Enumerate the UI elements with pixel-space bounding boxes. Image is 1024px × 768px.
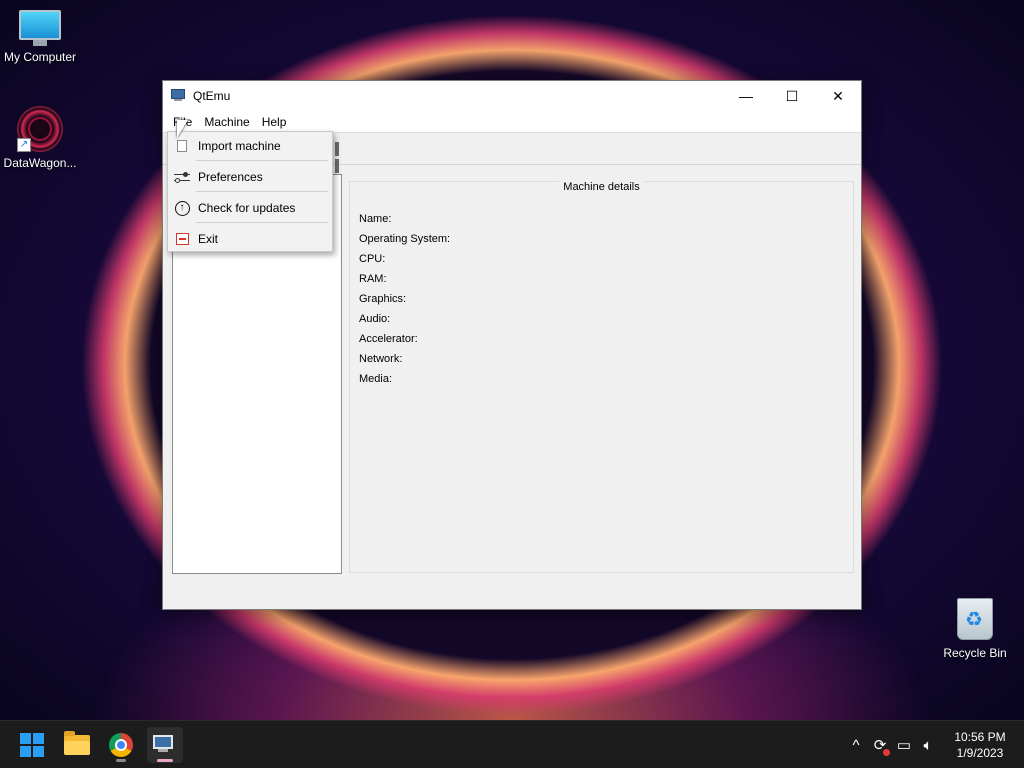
shortcut-arrow-icon: ↗: [17, 138, 31, 152]
title-bar[interactable]: QtEmu — ☐ ✕: [163, 81, 861, 111]
volume-icon[interactable]: 🔈︎: [916, 737, 940, 754]
desktop-icon-datawagon[interactable]: ↗ DataWagon...: [0, 106, 80, 170]
machine-details-title: Machine details: [559, 181, 644, 193]
menu-item-label: Exit: [198, 232, 219, 246]
datawagon-icon: ↗: [17, 106, 63, 152]
desktop-icon-label: DataWagon...: [3, 156, 77, 170]
clock[interactable]: 10:56 PM 1/9/2023: [944, 729, 1016, 761]
detail-audio-label: Audio:: [359, 313, 391, 325]
folder-icon: [64, 731, 90, 755]
detail-name-label: Name:: [359, 213, 392, 225]
taskbar: ^ ⟳ ▭ 🔈︎ 10:56 PM 1/9/2023: [0, 720, 1024, 768]
detail-media-label: Media:: [359, 373, 393, 385]
close-button[interactable]: ✕: [815, 81, 861, 111]
taskbar-chrome[interactable]: [103, 727, 139, 763]
detail-cpu-label: CPU:: [359, 253, 386, 265]
desktop-icon-my-computer[interactable]: My Computer: [0, 10, 80, 64]
window-title: QtEmu: [193, 89, 231, 103]
exit-icon: [175, 233, 189, 245]
menu-item-exit[interactable]: Exit: [168, 226, 332, 252]
recycle-bin-icon: ♻: [957, 598, 993, 640]
start-button[interactable]: [14, 727, 50, 763]
mouse-cursor-icon: [177, 120, 188, 138]
taskbar-file-explorer[interactable]: [59, 727, 95, 763]
preferences-icon: [174, 171, 190, 183]
system-tray: ^ ⟳ ▭ 🔈︎ 10:56 PM 1/9/2023: [844, 721, 1024, 768]
menu-bar: File Machine Help: [163, 111, 861, 133]
show-hidden-icons-chevron[interactable]: ^: [844, 737, 868, 754]
maximize-button[interactable]: ☐: [769, 81, 815, 111]
windows-logo-icon: [20, 733, 44, 757]
menu-separator: [196, 191, 328, 192]
update-icon: ↑: [174, 200, 190, 216]
qtemu-app-icon: [171, 89, 187, 103]
detail-accelerator-label: Accelerator:: [359, 333, 418, 345]
minimize-button[interactable]: —: [723, 81, 769, 111]
clock-date: 1/9/2023: [956, 746, 1004, 760]
desktop-icon-recycle-bin[interactable]: ♻ Recycle Bin: [935, 598, 1015, 660]
file-menu-dropdown: Import machine Preferences ↑ Check for u…: [167, 131, 333, 252]
desktop-icon-label: Recycle Bin: [943, 646, 1007, 660]
menu-separator: [196, 160, 328, 161]
qtemu-icon: [153, 735, 177, 755]
desktop-icon-label: My Computer: [3, 50, 77, 64]
menu-separator: [196, 222, 328, 223]
menu-item-preferences[interactable]: Preferences: [168, 164, 332, 190]
monitor-icon: [19, 10, 61, 46]
import-icon: [177, 140, 187, 152]
detail-ram-label: RAM:: [359, 273, 387, 285]
detail-network-label: Network:: [359, 353, 403, 365]
taskbar-qtemu[interactable]: [147, 727, 183, 763]
clock-time: 10:56 PM: [954, 730, 1006, 744]
network-icon[interactable]: ▭: [892, 736, 916, 754]
menu-help[interactable]: Help: [256, 111, 293, 133]
menu-item-label: Import machine: [198, 139, 281, 153]
detail-graphics-label: Graphics:: [359, 293, 407, 305]
detail-os-label: Operating System:: [359, 233, 451, 245]
menu-item-check-updates[interactable]: ↑ Check for updates: [168, 195, 332, 221]
menu-machine[interactable]: Machine: [198, 111, 255, 133]
menu-item-label: Preferences: [198, 170, 263, 184]
menu-item-label: Check for updates: [198, 201, 296, 215]
sync-icon[interactable]: ⟳: [868, 736, 892, 756]
menu-item-import-machine[interactable]: Import machine: [168, 133, 332, 159]
machine-details-panel: Machine details Name: Operating System: …: [349, 181, 854, 573]
chrome-icon: [109, 733, 133, 757]
pause-machine-button[interactable]: [335, 142, 347, 173]
